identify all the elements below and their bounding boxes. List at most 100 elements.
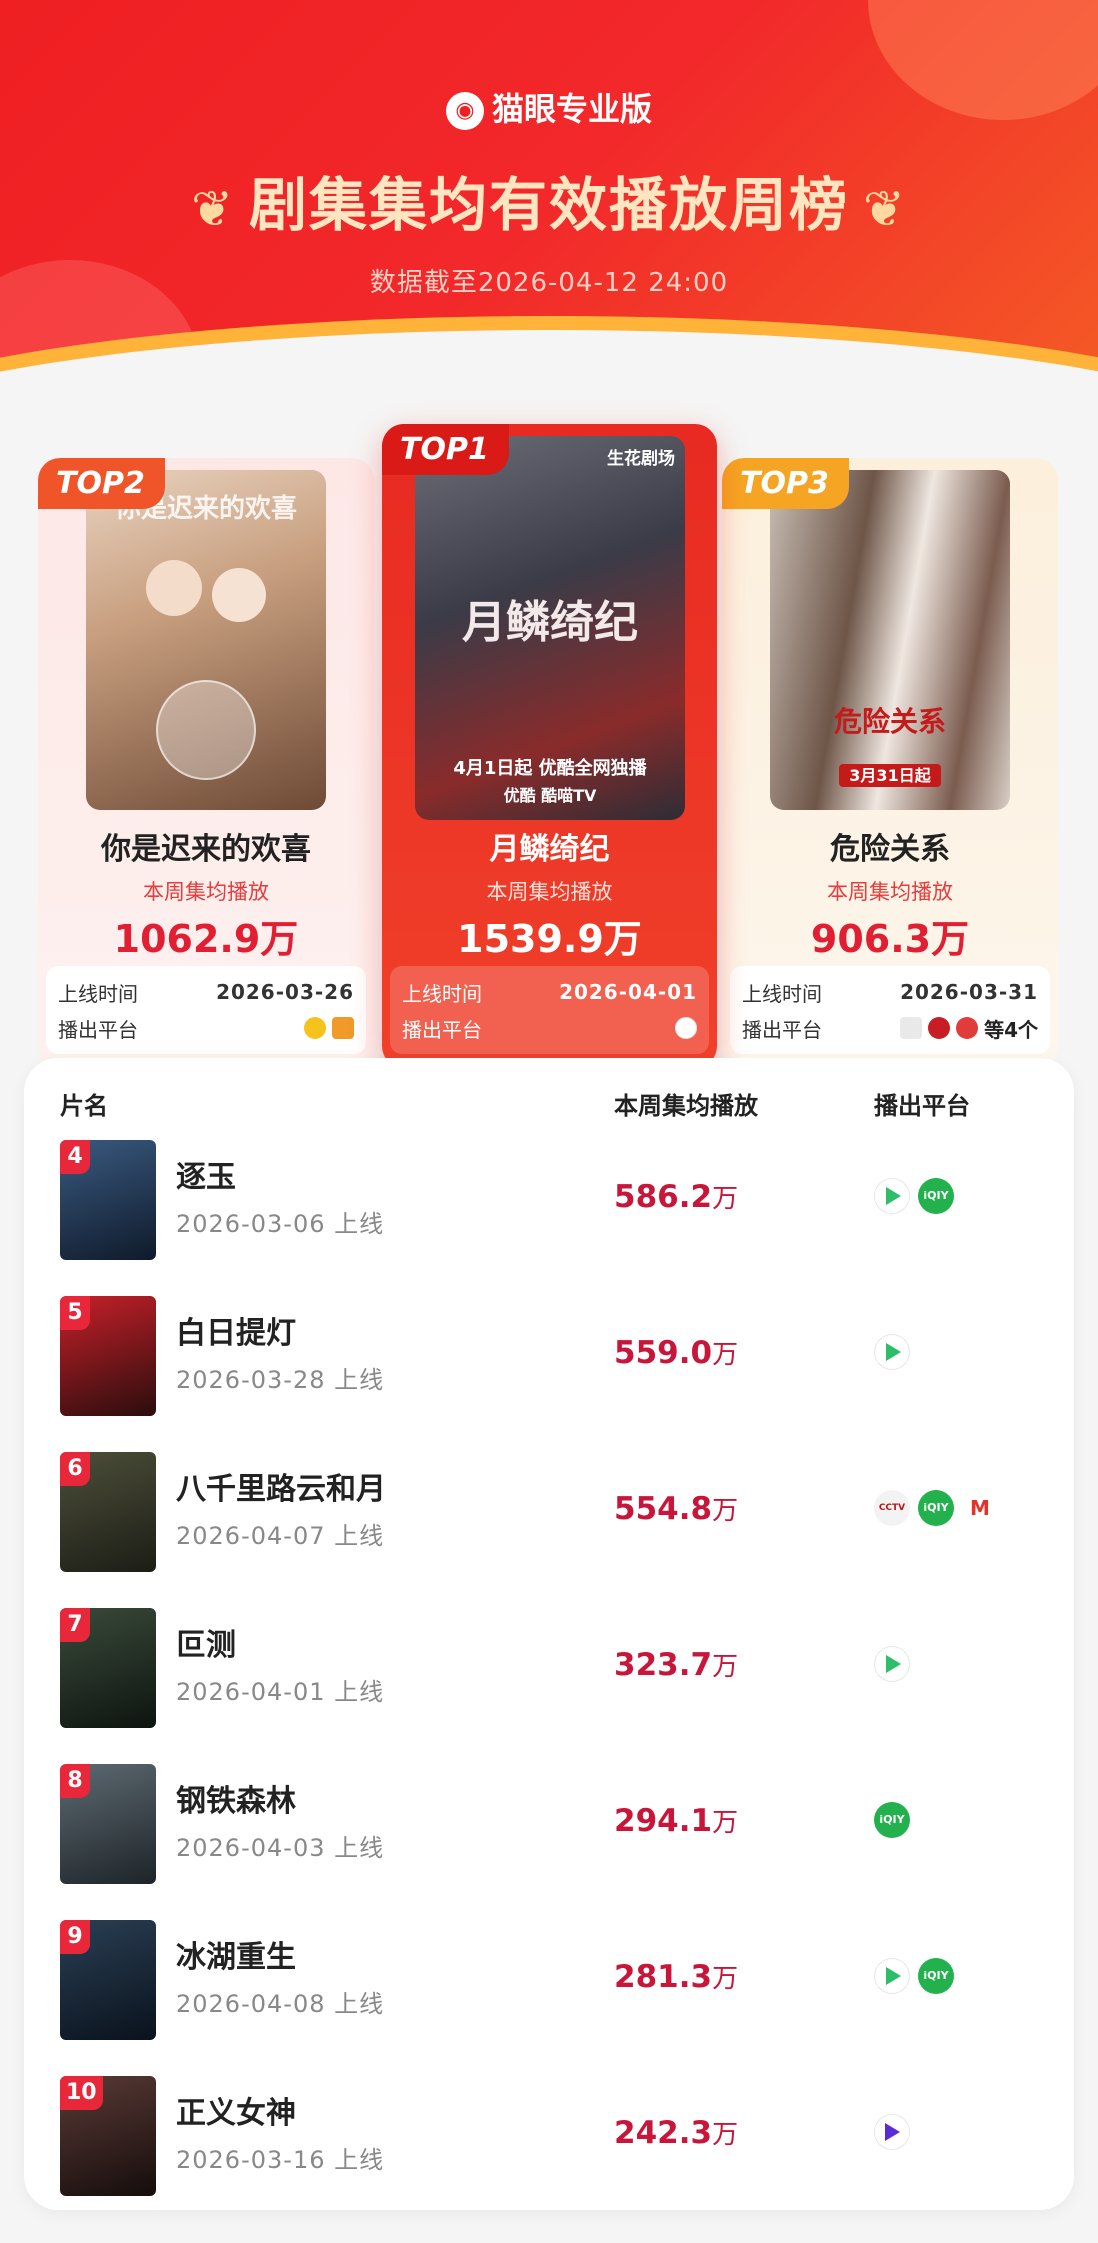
- list-item[interactable]: 9 冰湖重生 2026-04-08 上线 281.3万 iQIY: [24, 1908, 1074, 2064]
- metric-unit: 万: [712, 1340, 739, 1370]
- metric-unit: 万: [712, 1496, 739, 1526]
- metric-number: 559.0: [614, 1335, 713, 1371]
- mango-icon: [304, 1017, 326, 1039]
- list-item[interactable]: 4 逐玉 2026-03-06 上线 586.2万 iQIY: [24, 1128, 1074, 1284]
- poster-badge: 生花剧场: [607, 449, 675, 469]
- show-name: 八千里路云和月: [176, 1472, 386, 1507]
- page-title: ❦ 剧集集均有效播放周榜 ❦: [0, 158, 1098, 242]
- tencent-icon: [332, 1017, 354, 1039]
- online-label: 上线时间: [742, 981, 822, 1006]
- poster-face: [212, 568, 266, 622]
- metric-unit: 万: [712, 1652, 739, 1682]
- poster-image: 危险关系 3月31日起: [770, 470, 1010, 810]
- metric-value: 242.3万: [614, 2114, 738, 2151]
- poster-thumbnail: 10: [60, 2076, 156, 2196]
- online-date: 2026-04-01: [559, 980, 697, 1004]
- poster-thumbnail: 8: [60, 1764, 156, 1884]
- poster-face: [146, 560, 202, 616]
- poster-snow-globe: [156, 680, 256, 780]
- online-date: 2026-03-28 上线: [176, 1366, 385, 1394]
- info-box: 上线时间 2026-04-01 播出平台: [390, 966, 709, 1054]
- iqiyi-icon: iQIY: [918, 1490, 954, 1526]
- metric-value: 1062.9万: [113, 917, 299, 961]
- rank-badge: 8: [60, 1764, 90, 1798]
- iqiyi-icon: iQIY: [918, 1958, 954, 1994]
- platform-icons: iQIY: [874, 1958, 954, 1994]
- platform-more: 等4个: [984, 1017, 1038, 1042]
- cctv-icon: CCTV: [874, 1490, 910, 1526]
- metric-number: 242.3: [614, 2115, 713, 2151]
- online-date: 2026-04-01 上线: [176, 1678, 385, 1706]
- iqiyi-icon: iQIY: [874, 1802, 910, 1838]
- rank-badge: 10: [60, 2076, 103, 2110]
- online-date: 2026-04-08 上线: [176, 1990, 385, 2018]
- show-name: 正义女神: [176, 2096, 296, 2131]
- iqiyi-icon: [956, 1017, 979, 1039]
- col-name: 片名: [60, 1092, 108, 1120]
- rank-tag: TOP1: [382, 424, 509, 475]
- rank-tag: TOP2: [38, 458, 165, 509]
- platform-icons: iQIY: [874, 1178, 954, 1214]
- rank-badge: 9: [60, 1920, 90, 1954]
- brand: ◉ 猫眼专业版: [0, 84, 1098, 130]
- list-item[interactable]: 5 白日提灯 2026-03-28 上线 559.0万: [24, 1284, 1074, 1440]
- metric-value: 554.8万: [614, 1490, 738, 1527]
- metric-label: 本周集均播放: [143, 880, 269, 904]
- laurel-right-icon: ❦: [863, 179, 907, 238]
- col-platform: 播出平台: [874, 1092, 970, 1120]
- online-date: 2026-04-03 上线: [176, 1834, 385, 1862]
- youku-icon: [874, 2114, 910, 2150]
- info-box: 上线时间 2026-03-31 播出平台 等4个: [730, 966, 1050, 1054]
- show-name: 白日提灯: [176, 1316, 296, 1351]
- online-date: 2026-03-31: [900, 980, 1038, 1004]
- show-name: 月鳞绮纪: [489, 832, 610, 867]
- rank-badge: 4: [60, 1140, 90, 1174]
- online-date: 2026-04-07 上线: [176, 1522, 385, 1550]
- platform-icons: [874, 1646, 910, 1682]
- platform-icons: [874, 2114, 910, 2150]
- online-date: 2026-03-06 上线: [176, 1210, 385, 1238]
- metric-value: 559.0万: [614, 1334, 738, 1371]
- show-name: 叵测: [176, 1628, 236, 1663]
- list-header: 片名 本周集均播放 播出平台: [24, 1076, 1074, 1126]
- list-item[interactable]: 6 八千里路云和月 2026-04-07 上线 554.8万 CCTV iQIY M: [24, 1440, 1074, 1596]
- title-text: 剧集集均有效播放周榜: [248, 171, 849, 239]
- podium-card-top3[interactable]: 危险关系 3月31日起 TOP3 危险关系 本周集均播放 906.3万 上线时间…: [722, 458, 1058, 1068]
- ranking-list: 片名 本周集均播放 播出平台 4 逐玉 2026-03-06 上线 586.2万 iQI…: [24, 1058, 1074, 2210]
- migu-icon: [928, 1017, 951, 1039]
- list-item[interactable]: 7 叵测 2026-04-01 上线 323.7万: [24, 1596, 1074, 1752]
- poster-caption: 3月31日起: [839, 764, 941, 787]
- info-box: 上线时间 2026-03-26 播出平台: [46, 966, 366, 1054]
- podium-card-top1[interactable]: 生花剧场 月鳞绮纪 4月1日起 优酷全网独播 优酷 酷喵TV TOP1 月鳞绮纪…: [382, 424, 717, 1068]
- cat-eye-logo-icon: ◉: [445, 92, 484, 130]
- list-item[interactable]: 10 正义女神 2026-03-16 上线 242.3万: [24, 2064, 1074, 2220]
- online-date: 2026-03-16 上线: [176, 2146, 385, 2174]
- metric-number: 323.7: [614, 1647, 713, 1683]
- rank-badge: 5: [60, 1296, 90, 1330]
- platform-label: 播出平台: [742, 1017, 822, 1042]
- metric-number: 554.8: [614, 1491, 713, 1527]
- rank-badge: 6: [60, 1452, 90, 1486]
- show-name: 你是迟来的欢喜: [101, 832, 311, 867]
- metric-number: 281.3: [614, 1959, 713, 1995]
- platform-icons: CCTV iQIY M: [874, 1490, 998, 1526]
- show-name: 逐玉: [176, 1160, 236, 1195]
- youku-icon: [675, 1017, 697, 1039]
- cctv-icon: [900, 1017, 923, 1039]
- poster-thumbnail: 4: [60, 1140, 156, 1260]
- online-label: 上线时间: [58, 981, 138, 1006]
- rank-tag: TOP3: [722, 458, 849, 509]
- tencent-icon: [874, 1178, 910, 1214]
- podium-card-top2[interactable]: 你是迟来的欢喜 TOP2 你是迟来的欢喜 本周集均播放 1062.9万 上线时间…: [38, 458, 374, 1068]
- poster-title: 月鳞绮纪: [462, 597, 638, 648]
- platform-icons: iQIY: [874, 1802, 910, 1838]
- metric-unit: 万: [712, 1808, 739, 1838]
- show-name: 钢铁森林: [176, 1784, 296, 1819]
- tencent-icon: [874, 1958, 910, 1994]
- online-date: 2026-03-26: [216, 980, 354, 1004]
- header-banner: ◉ 猫眼专业版 ❦ 剧集集均有效播放周榜 ❦ 数据截至2026-04-12 24:00: [0, 0, 1098, 395]
- laurel-left-icon: ❦: [191, 179, 235, 238]
- metric-value: 1539.9万: [457, 917, 642, 961]
- poster-image: 你是迟来的欢喜: [86, 470, 326, 810]
- list-item[interactable]: 8 钢铁森林 2026-04-03 上线 294.1万 iQIY: [24, 1752, 1074, 1908]
